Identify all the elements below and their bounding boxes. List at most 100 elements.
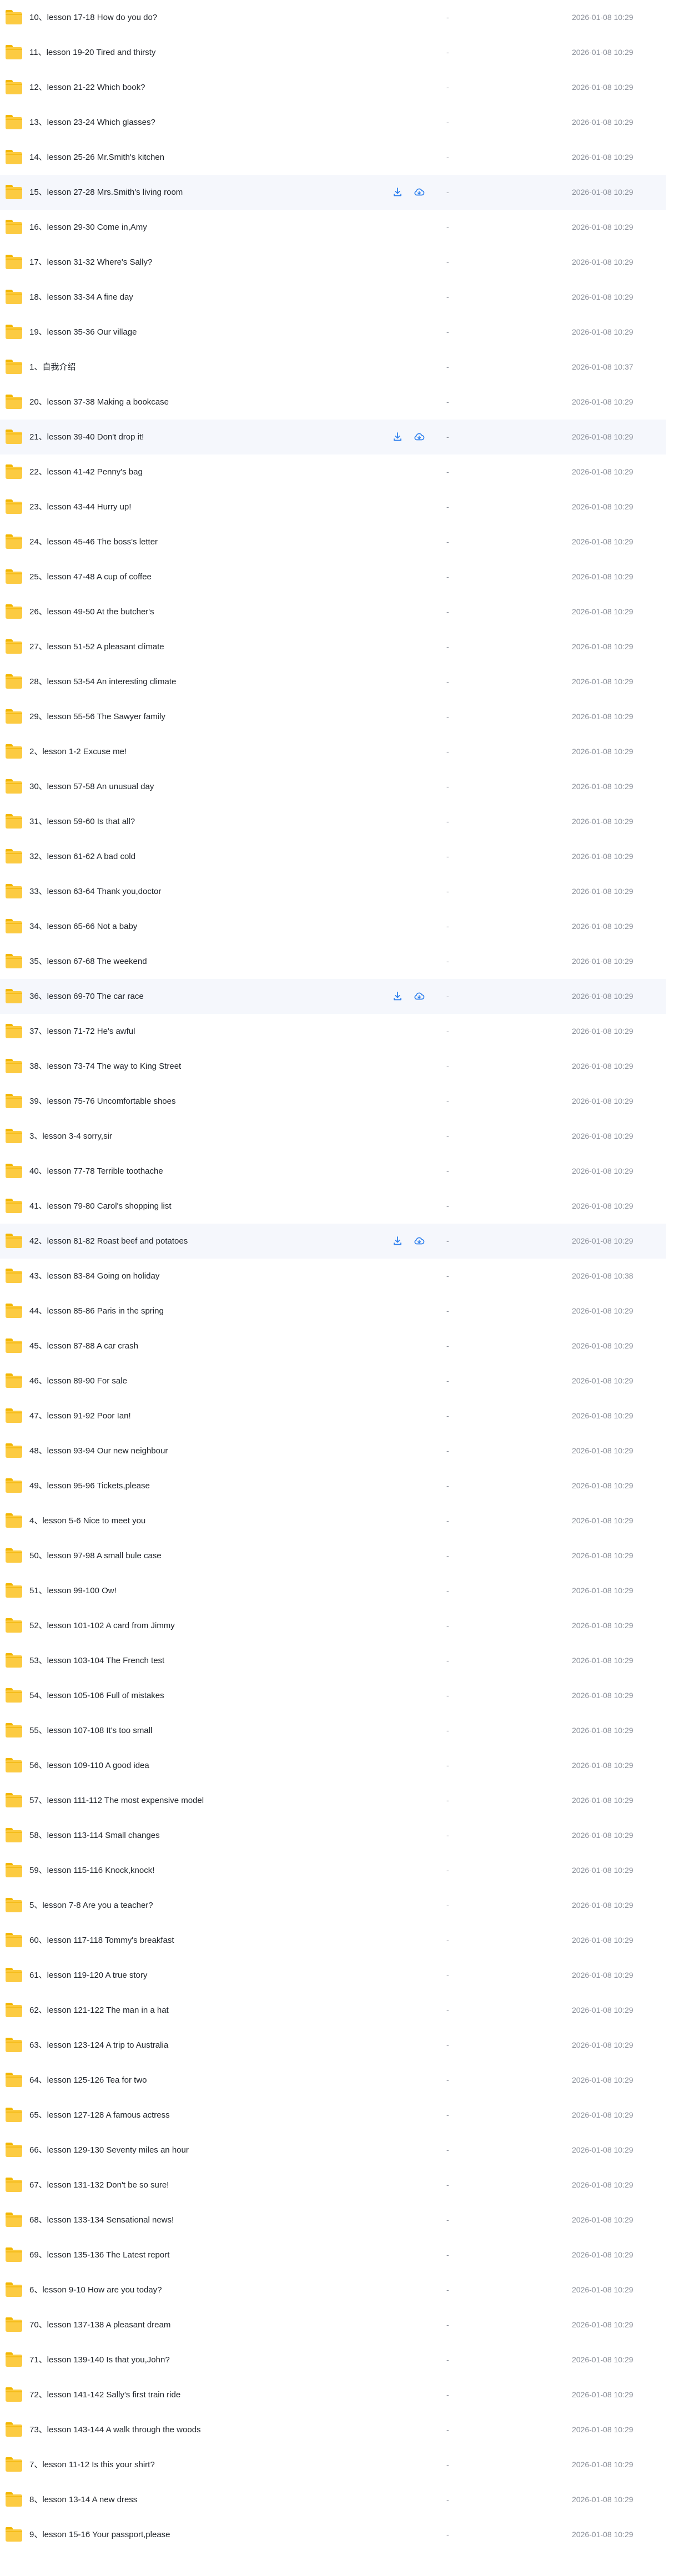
file-row[interactable]: 9、lesson 15-16 Your passport,please - 20… (0, 2517, 699, 2552)
file-name[interactable]: 62、lesson 121-122 The man in a hat (29, 1993, 169, 2028)
file-row[interactable]: 7、lesson 11-12 Is this your shirt? - 202… (0, 2447, 699, 2482)
file-row[interactable]: 68、lesson 133-134 Sensational news! - 20… (0, 2203, 699, 2237)
file-name[interactable]: 12、lesson 21-22 Which book? (29, 70, 145, 105)
file-row[interactable]: 37、lesson 71-72 He's awful - 2026-01-08 … (0, 1014, 699, 1049)
file-row[interactable]: 25、lesson 47-48 A cup of coffee - 2026-0… (0, 559, 699, 594)
file-row[interactable]: 42、lesson 81-82 Roast beef and potatoes … (0, 1224, 666, 1259)
file-row[interactable]: 18、lesson 33-34 A fine day - 2026-01-08 … (0, 280, 699, 315)
file-name[interactable]: 4、lesson 5-6 Nice to meet you (29, 1503, 145, 1538)
file-name[interactable]: 2、lesson 1-2 Excuse me! (29, 734, 127, 769)
file-name[interactable]: 30、lesson 57-58 An unusual day (29, 769, 154, 804)
file-name[interactable]: 37、lesson 71-72 He's awful (29, 1014, 135, 1049)
file-row[interactable]: 36、lesson 69-70 The car race - 2026-01-0… (0, 979, 666, 1014)
file-name[interactable]: 41、lesson 79-80 Carol's shopping list (29, 1189, 172, 1224)
file-name[interactable]: 44、lesson 85-86 Paris in the spring (29, 1294, 164, 1329)
file-row[interactable]: 55、lesson 107-108 It's too small - 2026-… (0, 1713, 699, 1748)
file-name[interactable]: 14、lesson 25-26 Mr.Smith's kitchen (29, 140, 164, 175)
file-row[interactable]: 71、lesson 139-140 Is that you,John? - 20… (0, 2342, 699, 2377)
file-name[interactable]: 48、lesson 93-94 Our new neighbour (29, 1433, 168, 1468)
file-name[interactable]: 16、lesson 29-30 Come in,Amy (29, 210, 147, 245)
file-row[interactable]: 20、lesson 37-38 Making a bookcase - 2026… (0, 385, 699, 420)
file-name[interactable]: 8、lesson 13-14 A new dress (29, 2482, 137, 2517)
file-row[interactable]: 70、lesson 137-138 A pleasant dream - 202… (0, 2307, 699, 2342)
file-name[interactable]: 40、lesson 77-78 Terrible toothache (29, 1154, 163, 1189)
file-row[interactable]: 5、lesson 7-8 Are you a teacher? - 2026-0… (0, 1888, 699, 1923)
file-row[interactable]: 46、lesson 89-90 For sale - 2026-01-08 10… (0, 1363, 699, 1398)
file-name[interactable]: 15、lesson 27-28 Mrs.Smith's living room (29, 175, 183, 210)
file-name[interactable]: 34、lesson 65-66 Not a baby (29, 909, 137, 944)
file-row[interactable]: 6、lesson 9-10 How are you today? - 2026-… (0, 2272, 699, 2307)
file-name[interactable]: 25、lesson 47-48 A cup of coffee (29, 559, 152, 594)
file-row[interactable]: 41、lesson 79-80 Carol's shopping list - … (0, 1189, 699, 1224)
file-name[interactable]: 27、lesson 51-52 A pleasant climate (29, 629, 164, 664)
file-row[interactable]: 66、lesson 129-130 Seventy miles an hour … (0, 2133, 699, 2168)
file-row[interactable]: 32、lesson 61-62 A bad cold - 2026-01-08 … (0, 839, 699, 874)
file-name[interactable]: 19、lesson 35-36 Our village (29, 315, 137, 350)
file-row[interactable]: 11、lesson 19-20 Tired and thirsty - 2026… (0, 35, 699, 70)
file-row[interactable]: 14、lesson 25-26 Mr.Smith's kitchen - 202… (0, 140, 699, 175)
file-row[interactable]: 53、lesson 103-104 The French test - 2026… (0, 1643, 699, 1678)
save-to-cloud-icon[interactable] (414, 186, 425, 198)
file-name[interactable]: 6、lesson 9-10 How are you today? (29, 2272, 162, 2307)
file-row[interactable]: 23、lesson 43-44 Hurry up! - 2026-01-08 1… (0, 489, 699, 524)
file-row[interactable]: 10、lesson 17-18 How do you do? - 2026-01… (0, 0, 699, 35)
file-row[interactable]: 73、lesson 143-144 A walk through the woo… (0, 2412, 699, 2447)
file-name[interactable]: 17、lesson 31-32 Where's Sally? (29, 245, 152, 280)
file-name[interactable]: 10、lesson 17-18 How do you do? (29, 0, 157, 35)
file-row[interactable]: 12、lesson 21-22 Which book? - 2026-01-08… (0, 70, 699, 105)
file-name[interactable]: 63、lesson 123-124 A trip to Australia (29, 2028, 168, 2063)
file-row[interactable]: 64、lesson 125-126 Tea for two - 2026-01-… (0, 2063, 699, 2098)
file-row[interactable]: 50、lesson 97-98 A small bule case - 2026… (0, 1538, 699, 1573)
download-icon[interactable] (392, 431, 403, 442)
file-row[interactable]: 47、lesson 91-92 Poor Ian! - 2026-01-08 1… (0, 1398, 699, 1433)
file-row[interactable]: 61、lesson 119-120 A true story - 2026-01… (0, 1958, 699, 1993)
file-row[interactable]: 40、lesson 77-78 Terrible toothache - 202… (0, 1154, 699, 1189)
file-row[interactable]: 34、lesson 65-66 Not a baby - 2026-01-08 … (0, 909, 699, 944)
file-row[interactable]: 28、lesson 53-54 An interesting climate -… (0, 664, 699, 699)
file-row[interactable]: 67、lesson 131-132 Don't be so sure! - 20… (0, 2168, 699, 2203)
download-icon[interactable] (392, 991, 403, 1002)
file-name[interactable]: 73、lesson 143-144 A walk through the woo… (29, 2412, 201, 2447)
file-row[interactable]: 62、lesson 121-122 The man in a hat - 202… (0, 1993, 699, 2028)
file-row[interactable]: 38、lesson 73-74 The way to King Street -… (0, 1049, 699, 1084)
file-name[interactable]: 18、lesson 33-34 A fine day (29, 280, 133, 315)
file-name[interactable]: 72、lesson 141-142 Sally's first train ri… (29, 2377, 180, 2412)
file-name[interactable]: 54、lesson 105-106 Full of mistakes (29, 1678, 164, 1713)
file-name[interactable]: 59、lesson 115-116 Knock,knock! (29, 1853, 154, 1888)
file-name[interactable]: 20、lesson 37-38 Making a bookcase (29, 385, 169, 420)
file-row[interactable]: 27、lesson 51-52 A pleasant climate - 202… (0, 629, 699, 664)
file-name[interactable]: 43、lesson 83-84 Going on holiday (29, 1259, 159, 1294)
file-name[interactable]: 36、lesson 69-70 The car race (29, 979, 144, 1014)
file-name[interactable]: 60、lesson 117-118 Tommy's breakfast (29, 1923, 174, 1958)
file-row[interactable]: 13、lesson 23-24 Which glasses? - 2026-01… (0, 105, 699, 140)
file-row[interactable]: 39、lesson 75-76 Uncomfortable shoes - 20… (0, 1084, 699, 1119)
file-name[interactable]: 35、lesson 67-68 The weekend (29, 944, 147, 979)
file-row[interactable]: 24、lesson 45-46 The boss's letter - 2026… (0, 524, 699, 559)
file-row[interactable]: 19、lesson 35-36 Our village - 2026-01-08… (0, 315, 699, 350)
download-icon[interactable] (392, 1235, 403, 1246)
file-row[interactable]: 1、自我介绍 - 2026-01-08 10:37 (0, 350, 699, 385)
file-row[interactable]: 45、lesson 87-88 A car crash - 2026-01-08… (0, 1329, 699, 1363)
file-name[interactable]: 13、lesson 23-24 Which glasses? (29, 105, 155, 140)
file-name[interactable]: 29、lesson 55-56 The Sawyer family (29, 699, 165, 734)
file-name[interactable]: 65、lesson 127-128 A famous actress (29, 2098, 170, 2133)
file-row[interactable]: 26、lesson 49-50 At the butcher's - 2026-… (0, 594, 699, 629)
file-name[interactable]: 7、lesson 11-12 Is this your shirt? (29, 2447, 155, 2482)
file-row[interactable]: 4、lesson 5-6 Nice to meet you - 2026-01-… (0, 1503, 699, 1538)
file-row[interactable]: 52、lesson 101-102 A card from Jimmy - 20… (0, 1608, 699, 1643)
file-name[interactable]: 64、lesson 125-126 Tea for two (29, 2063, 147, 2098)
file-row[interactable]: 2、lesson 1-2 Excuse me! - 2026-01-08 10:… (0, 734, 699, 769)
file-row[interactable]: 30、lesson 57-58 An unusual day - 2026-01… (0, 769, 699, 804)
file-name[interactable]: 9、lesson 15-16 Your passport,please (29, 2517, 170, 2552)
file-name[interactable]: 32、lesson 61-62 A bad cold (29, 839, 135, 874)
file-name[interactable]: 69、lesson 135-136 The Latest report (29, 2237, 169, 2272)
file-row[interactable]: 44、lesson 85-86 Paris in the spring - 20… (0, 1294, 699, 1329)
file-row[interactable]: 51、lesson 99-100 Ow! - 2026-01-08 10:29 (0, 1573, 699, 1608)
file-name[interactable]: 55、lesson 107-108 It's too small (29, 1713, 152, 1748)
file-name[interactable]: 28、lesson 53-54 An interesting climate (29, 664, 176, 699)
file-name[interactable]: 53、lesson 103-104 The French test (29, 1643, 164, 1678)
file-name[interactable]: 21、lesson 39-40 Don't drop it! (29, 420, 144, 454)
file-row[interactable]: 16、lesson 29-30 Come in,Amy - 2026-01-08… (0, 210, 699, 245)
file-name[interactable]: 38、lesson 73-74 The way to King Street (29, 1049, 181, 1084)
file-name[interactable]: 31、lesson 59-60 Is that all? (29, 804, 135, 839)
